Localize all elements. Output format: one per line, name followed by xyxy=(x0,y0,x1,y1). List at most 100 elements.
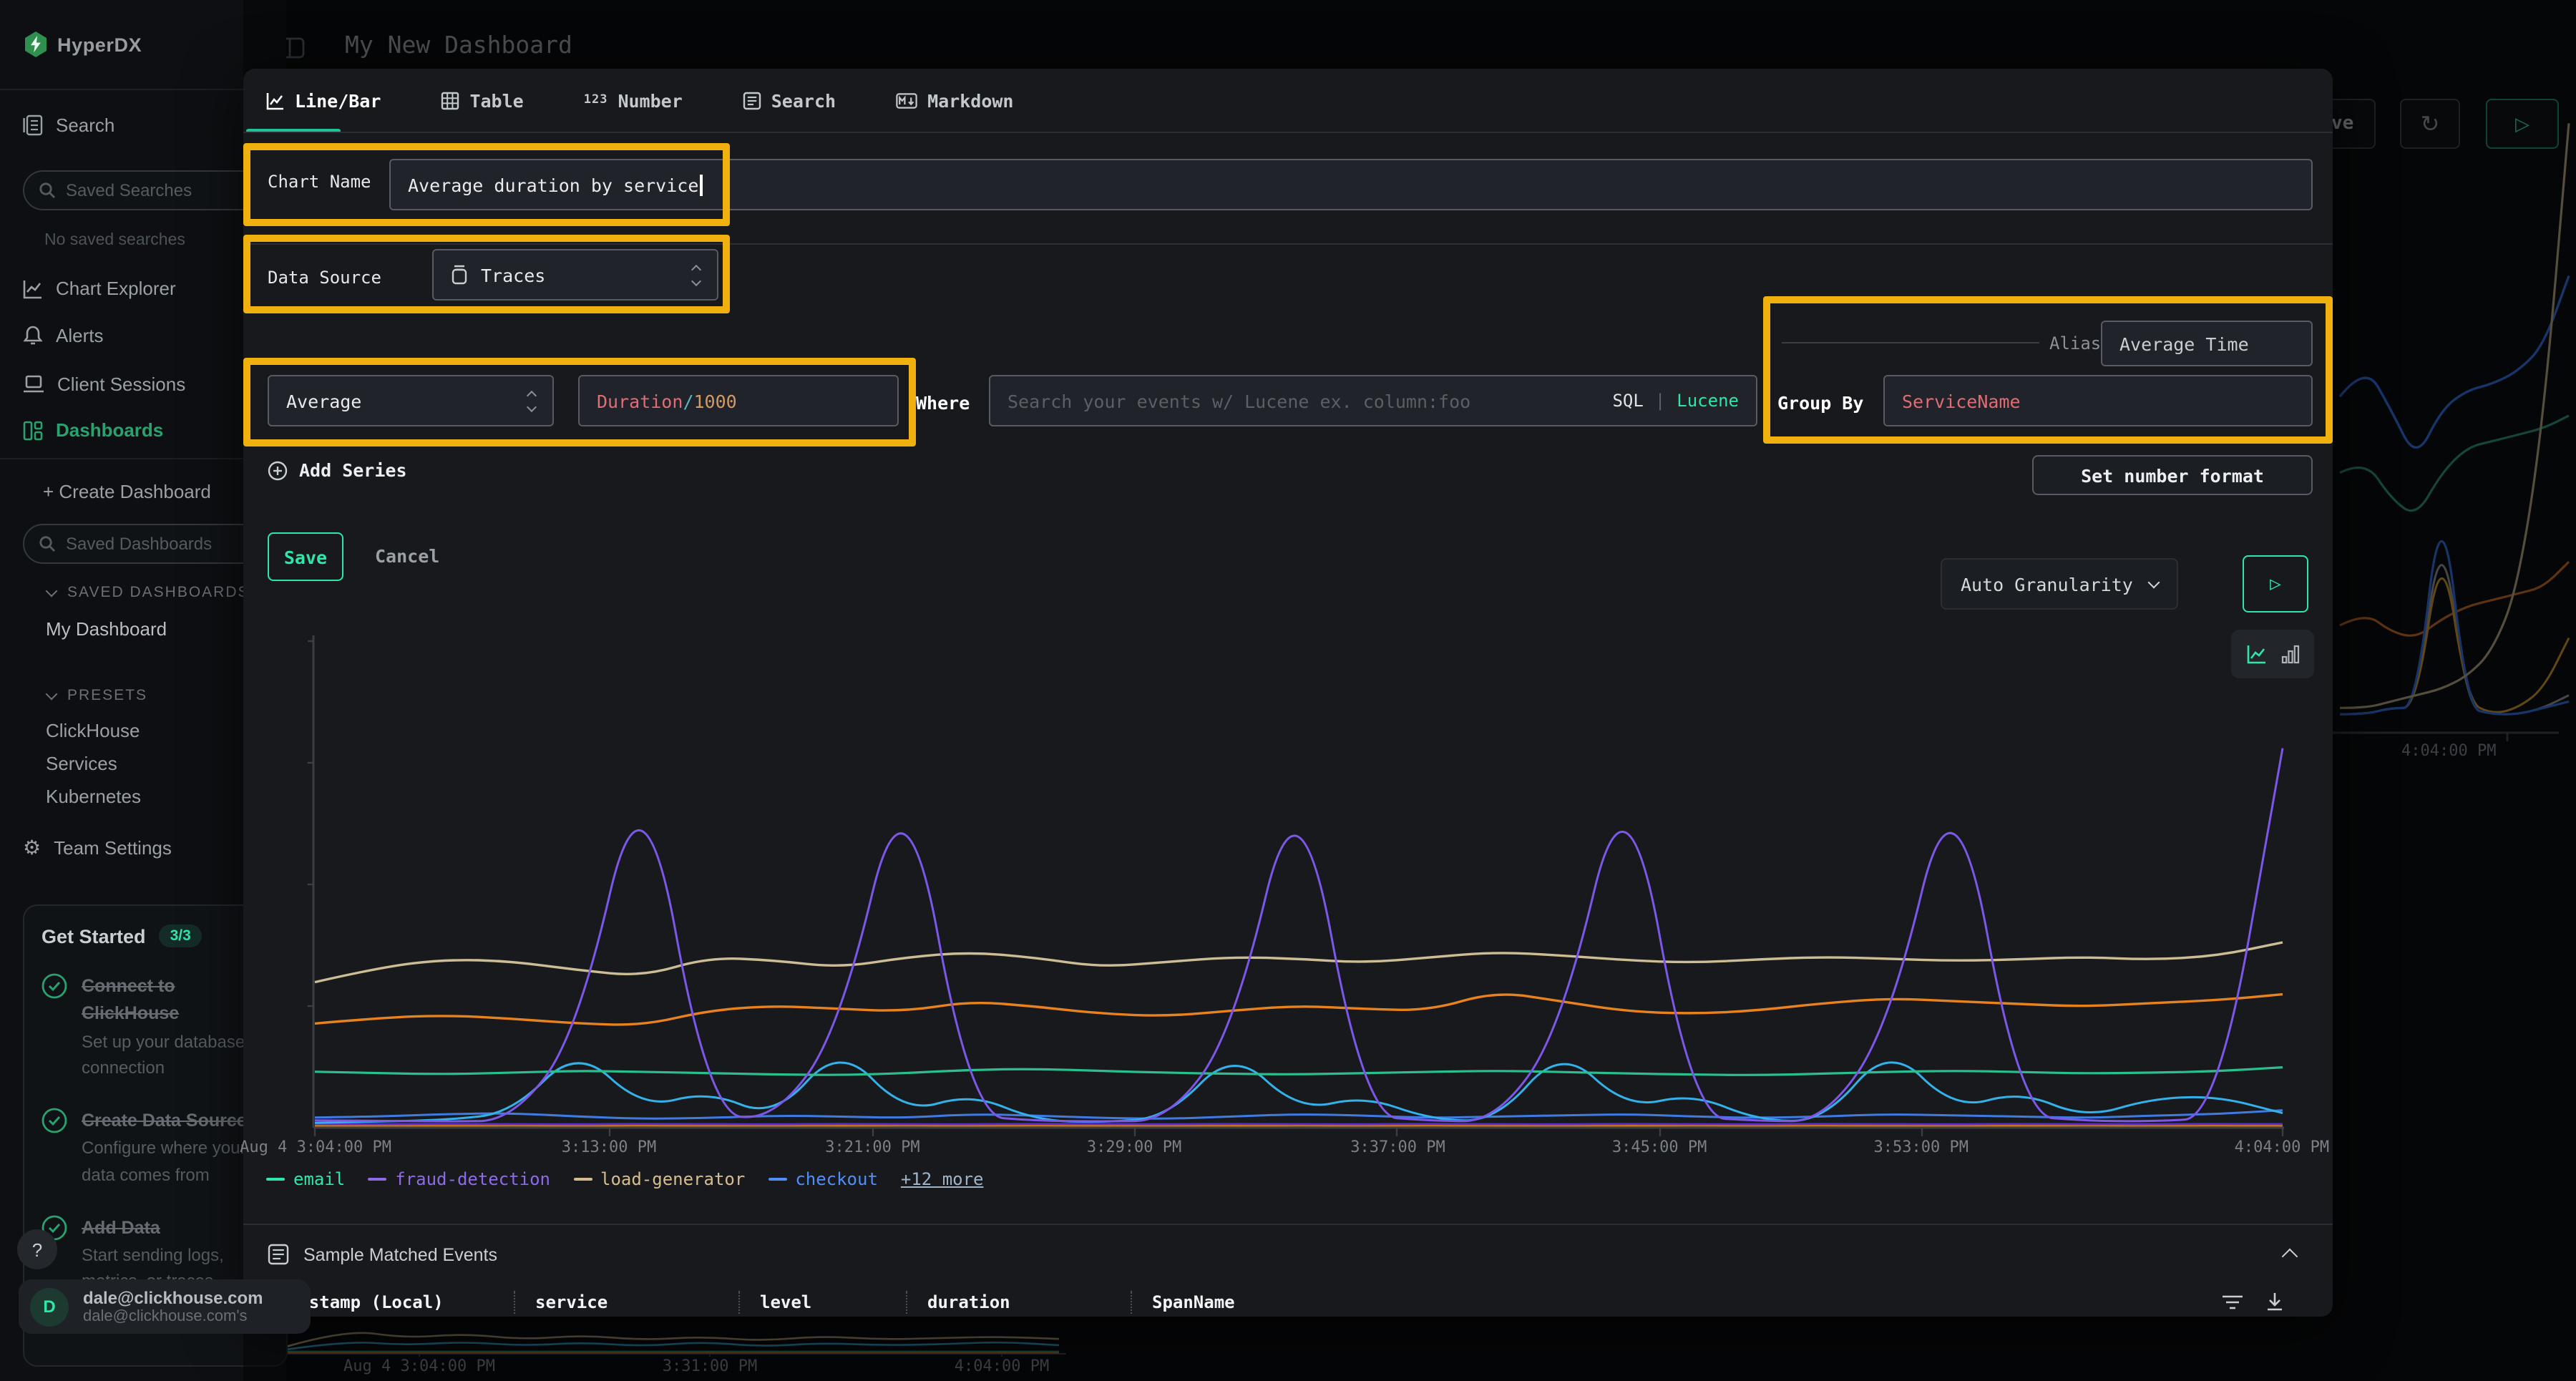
select-chevrons-icon xyxy=(693,265,700,284)
search-docs-icon xyxy=(23,114,43,136)
x-axis-labels: Aug 4 3:04:00 PM 3:13:00 PM 3:21:00 PM 3… xyxy=(308,1138,2290,1161)
add-series-button[interactable]: Add Series xyxy=(268,459,407,481)
sidebar-item-alerts[interactable]: Alerts xyxy=(23,325,103,346)
presets-section[interactable]: PRESETS xyxy=(47,687,147,704)
chevron-down-icon xyxy=(2148,576,2160,588)
legend-item-checkout[interactable]: checkout xyxy=(768,1169,878,1189)
tab-markdown[interactable]: Markdown xyxy=(890,89,1019,111)
hyperdx-logo-icon xyxy=(24,31,47,57)
gear-icon: ⚙ xyxy=(23,836,41,860)
chart-name-input[interactable]: Average duration by service xyxy=(389,159,2313,210)
column-header[interactable]: duration xyxy=(927,1292,1111,1312)
saved-dashboards-section[interactable]: SAVED DASHBOARDS xyxy=(47,584,250,601)
save-button[interactable]: Save xyxy=(268,532,343,581)
where-label: Where xyxy=(916,392,970,414)
brand[interactable]: HyperDX xyxy=(24,31,142,57)
sql-mode-toggle[interactable]: SQL xyxy=(1612,391,1643,411)
magnifier-icon xyxy=(39,535,56,552)
column-header[interactable]: level xyxy=(760,1292,886,1312)
download-icon[interactable] xyxy=(2264,1291,2285,1312)
check-circle-icon xyxy=(42,1108,67,1189)
column-header[interactable]: SpanName xyxy=(1152,1292,1235,1312)
line-chart-icon xyxy=(266,91,285,109)
saved-dashboards-input[interactable]: Saved Dashboards xyxy=(23,524,269,564)
sidebar-item-chart-explorer[interactable]: Chart Explorer xyxy=(23,278,176,299)
filter-icon[interactable] xyxy=(2221,1292,2244,1312)
database-icon xyxy=(451,265,468,285)
dashboards-icon xyxy=(23,420,43,440)
bell-icon xyxy=(23,325,43,346)
plus-circle-icon xyxy=(268,460,288,480)
user-email: dale@clickhouse.com xyxy=(83,1288,263,1308)
tab-line-bar[interactable]: Line/Bar xyxy=(260,89,386,111)
chart-name-label: Chart Name xyxy=(268,172,371,192)
no-saved-searches-text: No saved searches xyxy=(44,232,185,249)
list-icon xyxy=(743,91,761,109)
create-dashboard-button[interactable]: + Create Dashboard xyxy=(43,481,211,502)
sidebar-item-client-sessions[interactable]: Client Sessions xyxy=(23,374,185,395)
avatar: D xyxy=(30,1287,69,1326)
sample-matched-events-header[interactable]: Sample Matched Events xyxy=(268,1244,497,1265)
task-connect-clickhouse[interactable]: Connect to ClickHouse Set up your databa… xyxy=(42,973,269,1082)
sidebar-item-my-dashboard[interactable]: My Dashboard xyxy=(46,618,167,640)
list-icon xyxy=(268,1244,289,1265)
tab-table[interactable]: Table xyxy=(435,89,529,111)
check-circle-icon xyxy=(42,973,67,1082)
main-line-chart[interactable] xyxy=(308,630,2290,1142)
sidebar-item-clickhouse[interactable]: ClickHouse xyxy=(46,720,140,741)
legend-item-email[interactable]: email xyxy=(266,1169,345,1189)
sidebar-item-services[interactable]: Services xyxy=(46,753,117,774)
run-query-button[interactable]: ▷ xyxy=(2243,555,2308,613)
play-icon: ▷ xyxy=(2270,573,2281,595)
number-123-icon: 123 xyxy=(584,93,608,107)
sample-events-table-header: Timestamp (Local) service level duration… xyxy=(268,1288,2065,1317)
chart-explorer-icon xyxy=(23,278,43,298)
task-create-data-source[interactable]: Create Data Source Configure where your … xyxy=(42,1108,269,1189)
sidebar-item-team-settings[interactable]: ⚙ Team Settings xyxy=(23,836,172,860)
group-by-label: Group By xyxy=(1777,392,1863,414)
lucene-mode-toggle[interactable]: Lucene xyxy=(1677,391,1739,411)
text-cursor xyxy=(700,174,702,195)
sidebar-item-search[interactable]: Search xyxy=(23,114,114,136)
data-source-select[interactable]: Traces xyxy=(432,249,718,301)
user-menu[interactable]: D dale@clickhouse.com dale@clickhouse.co… xyxy=(19,1279,311,1334)
column-header[interactable]: service xyxy=(535,1292,718,1312)
screen: My New Dashboard Save ↻ ▷ 4:04:00 PM 0 A… xyxy=(0,0,2576,1381)
chart-legend: email fraud-detection load-generator che… xyxy=(266,1169,984,1189)
legend-item-load-generator[interactable]: load-generator xyxy=(573,1169,745,1189)
sidebar-item-kubernetes[interactable]: Kubernetes xyxy=(46,786,141,807)
cancel-button[interactable]: Cancel xyxy=(375,545,439,567)
help-button[interactable]: ? xyxy=(17,1229,57,1269)
brand-name: HyperDX xyxy=(57,34,142,55)
legend-dash xyxy=(768,1178,786,1181)
chevron-down-icon xyxy=(46,688,58,700)
get-started-progress-badge: 3/3 xyxy=(159,924,203,947)
sidebar-item-dashboards[interactable]: Dashboards xyxy=(23,419,163,441)
saved-searches-input[interactable]: Saved Searches xyxy=(23,170,269,210)
group-by-input[interactable]: ServiceName xyxy=(1883,375,2313,426)
table-icon xyxy=(441,91,459,109)
data-source-label: Data Source xyxy=(268,268,381,288)
select-chevrons-icon xyxy=(528,391,535,410)
markdown-icon xyxy=(896,92,917,108)
legend-more-link[interactable]: +12 more xyxy=(901,1169,984,1189)
chevron-down-icon xyxy=(46,585,58,597)
aggregation-select[interactable]: Average xyxy=(268,375,554,426)
legend-dash xyxy=(368,1178,386,1181)
legend-item-fraud-detection[interactable]: fraud-detection xyxy=(368,1169,550,1189)
where-search-input[interactable]: Search your events w/ Lucene ex. column:… xyxy=(989,375,1757,426)
tab-search[interactable]: Search xyxy=(737,89,841,111)
magnifier-icon xyxy=(39,182,56,199)
alias-input[interactable]: Average Time xyxy=(2101,321,2313,366)
aggregation-field-input[interactable]: Duration/1000 xyxy=(578,375,899,426)
user-team: dale@clickhouse.com's xyxy=(83,1308,263,1325)
tab-number[interactable]: 123 Number xyxy=(578,89,688,111)
granularity-select[interactable]: Auto Granularity xyxy=(1941,558,2179,610)
alias-label: Alias xyxy=(2049,333,2101,353)
legend-dash xyxy=(573,1178,592,1181)
chart-type-tabs: Line/Bar Table 123 Number Search xyxy=(243,69,2333,132)
legend-dash xyxy=(266,1178,285,1181)
alias-connector-line xyxy=(1782,342,2039,343)
get-started-title: Get Started xyxy=(42,925,146,947)
set-number-format-button[interactable]: Set number format xyxy=(2032,455,2313,495)
